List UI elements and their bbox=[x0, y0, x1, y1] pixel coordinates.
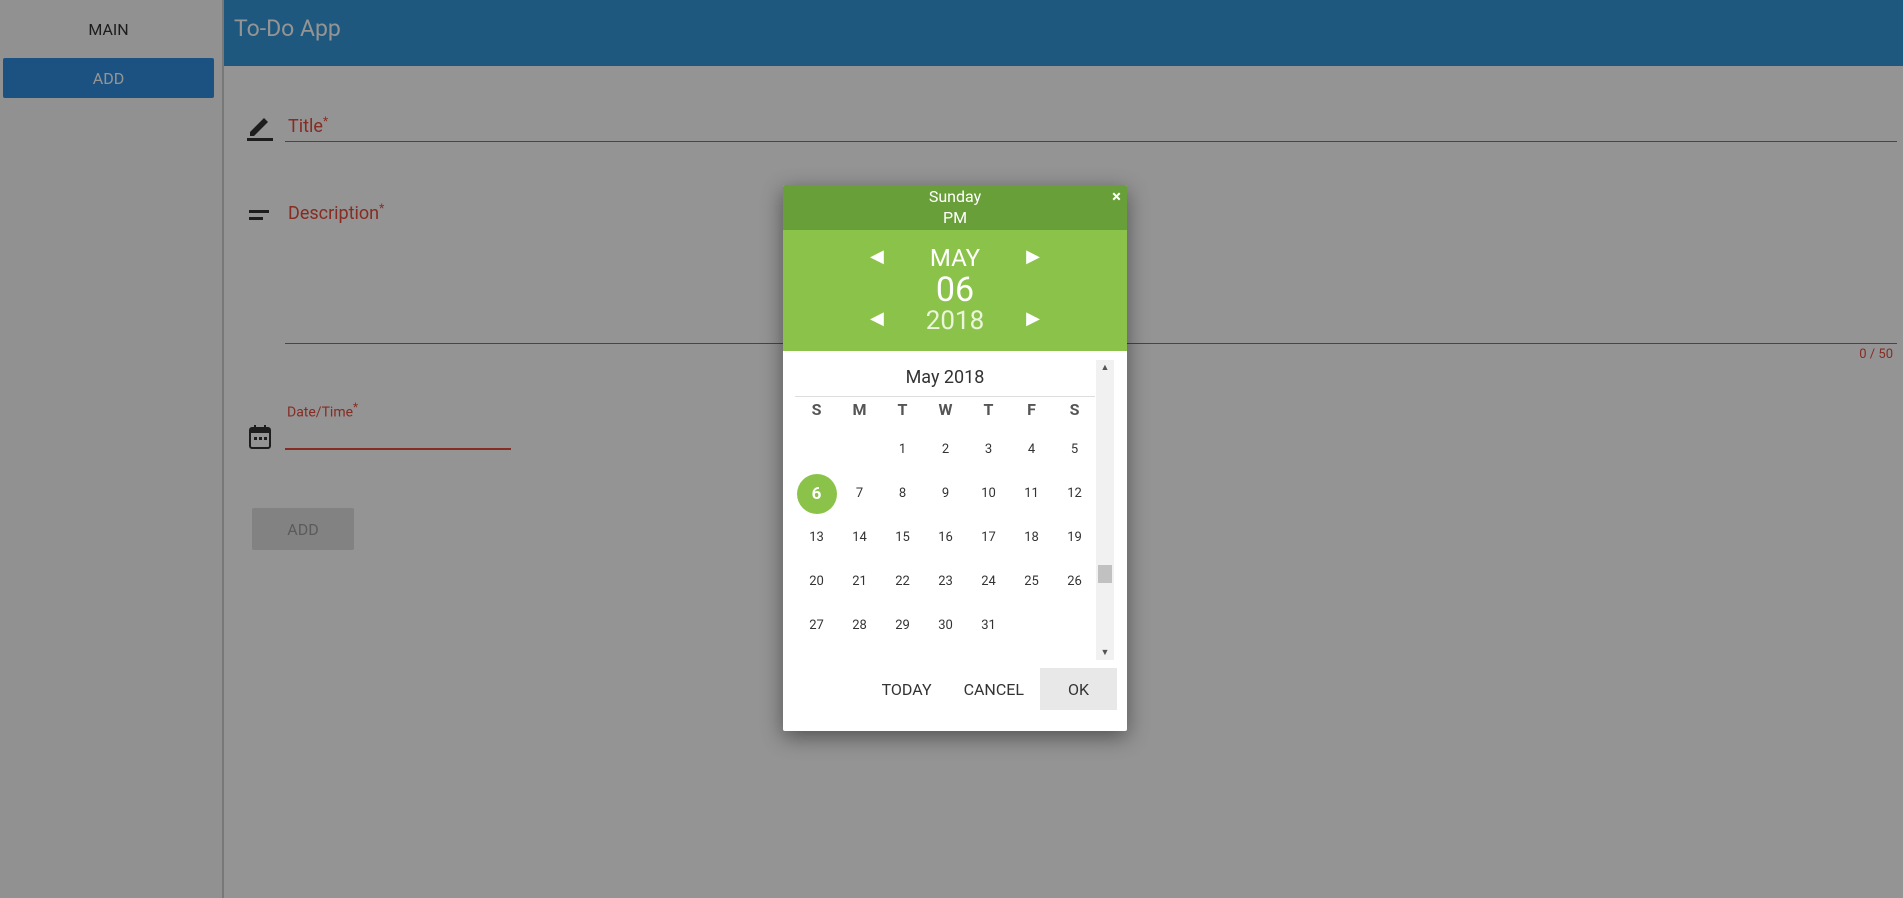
year-label: 2018 bbox=[925, 306, 985, 336]
calendar-day[interactable]: 7 bbox=[838, 474, 881, 514]
weekday-header: S bbox=[1069, 400, 1080, 419]
calendar-day[interactable]: 8 bbox=[881, 474, 924, 514]
calendar-title: May 2018 bbox=[795, 360, 1095, 397]
weekday-header: M bbox=[852, 400, 867, 419]
calendar-scroll-area[interactable]: May 2018 S M T W T F S 1 2 3 4 5 6 7 8 9 10 11 12 13 14 15 16 1… bbox=[795, 360, 1095, 660]
ampm-label: PM bbox=[942, 208, 968, 227]
scroll-down-icon[interactable]: ▼ bbox=[1096, 647, 1114, 658]
calendar-day[interactable]: 27 bbox=[795, 606, 838, 646]
calendar-day[interactable]: 25 bbox=[1010, 562, 1053, 602]
picker-date-display: ◀ MAY ▶ 06 ◀ 2018 ▶ bbox=[783, 230, 1127, 351]
month-label: MAY bbox=[929, 244, 981, 272]
calendar-day[interactable]: 13 bbox=[795, 518, 838, 558]
calendar-day[interactable]: 1 bbox=[881, 430, 924, 470]
next-year-arrow-icon[interactable]: ▶ bbox=[1026, 308, 1040, 329]
picker-header: Sunday PM × bbox=[783, 185, 1127, 230]
weekday-header: T bbox=[897, 400, 908, 419]
calendar-day[interactable]: 12 bbox=[1053, 474, 1095, 514]
weekday-header: F bbox=[1027, 400, 1036, 419]
calendar-day[interactable]: 4 bbox=[1010, 430, 1053, 470]
calendar-day[interactable]: 9 bbox=[924, 474, 967, 514]
calendar-day[interactable]: 30 bbox=[924, 606, 967, 646]
calendar-day[interactable]: 23 bbox=[924, 562, 967, 602]
calendar-day[interactable]: 22 bbox=[881, 562, 924, 602]
scrollbar-thumb[interactable] bbox=[1098, 565, 1112, 583]
calendar-day[interactable]: 24 bbox=[967, 562, 1010, 602]
cancel-button[interactable]: CANCEL bbox=[948, 668, 1040, 710]
calendar-day[interactable]: 2 bbox=[924, 430, 967, 470]
calendar-day[interactable]: 29 bbox=[881, 606, 924, 646]
calendar-day[interactable]: 31 bbox=[967, 606, 1010, 646]
calendar-day[interactable]: 15 bbox=[881, 518, 924, 558]
calendar-day-selected[interactable]: 6 bbox=[795, 474, 838, 514]
calendar-day[interactable]: 26 bbox=[1053, 562, 1095, 602]
calendar-day[interactable]: 28 bbox=[838, 606, 881, 646]
day-label: 06 bbox=[935, 270, 975, 310]
picker-actions: TODAY CANCEL OK bbox=[866, 668, 1117, 710]
today-button[interactable]: TODAY bbox=[866, 668, 948, 710]
calendar-day[interactable]: 21 bbox=[838, 562, 881, 602]
calendar-day[interactable]: 5 bbox=[1053, 430, 1095, 470]
weekday-header: S bbox=[811, 400, 822, 419]
calendar-day[interactable]: 11 bbox=[1010, 474, 1053, 514]
calendar-day[interactable]: 18 bbox=[1010, 518, 1053, 558]
calendar-day[interactable]: 3 bbox=[967, 430, 1010, 470]
calendar-day[interactable]: 17 bbox=[967, 518, 1010, 558]
close-icon[interactable]: × bbox=[1112, 187, 1121, 208]
weekday-label: Sunday bbox=[928, 187, 982, 206]
calendar-day[interactable]: 16 bbox=[924, 518, 967, 558]
calendar-day[interactable]: 19 bbox=[1053, 518, 1095, 558]
next-month-arrow-icon[interactable]: ▶ bbox=[1026, 246, 1040, 267]
calendar-day[interactable]: 10 bbox=[967, 474, 1010, 514]
weekday-header: W bbox=[938, 400, 953, 419]
date-picker-dialog: Sunday PM × ◀ MAY ▶ 06 ◀ 2018 ▶ May 2018… bbox=[783, 185, 1127, 731]
calendar-day[interactable]: 14 bbox=[838, 518, 881, 558]
scroll-up-icon[interactable]: ▲ bbox=[1096, 362, 1114, 373]
weekday-header: T bbox=[983, 400, 994, 419]
ok-button[interactable]: OK bbox=[1039, 668, 1117, 710]
calendar-scrollbar[interactable]: ▲ ▼ bbox=[1096, 360, 1114, 660]
calendar-day[interactable]: 20 bbox=[795, 562, 838, 602]
